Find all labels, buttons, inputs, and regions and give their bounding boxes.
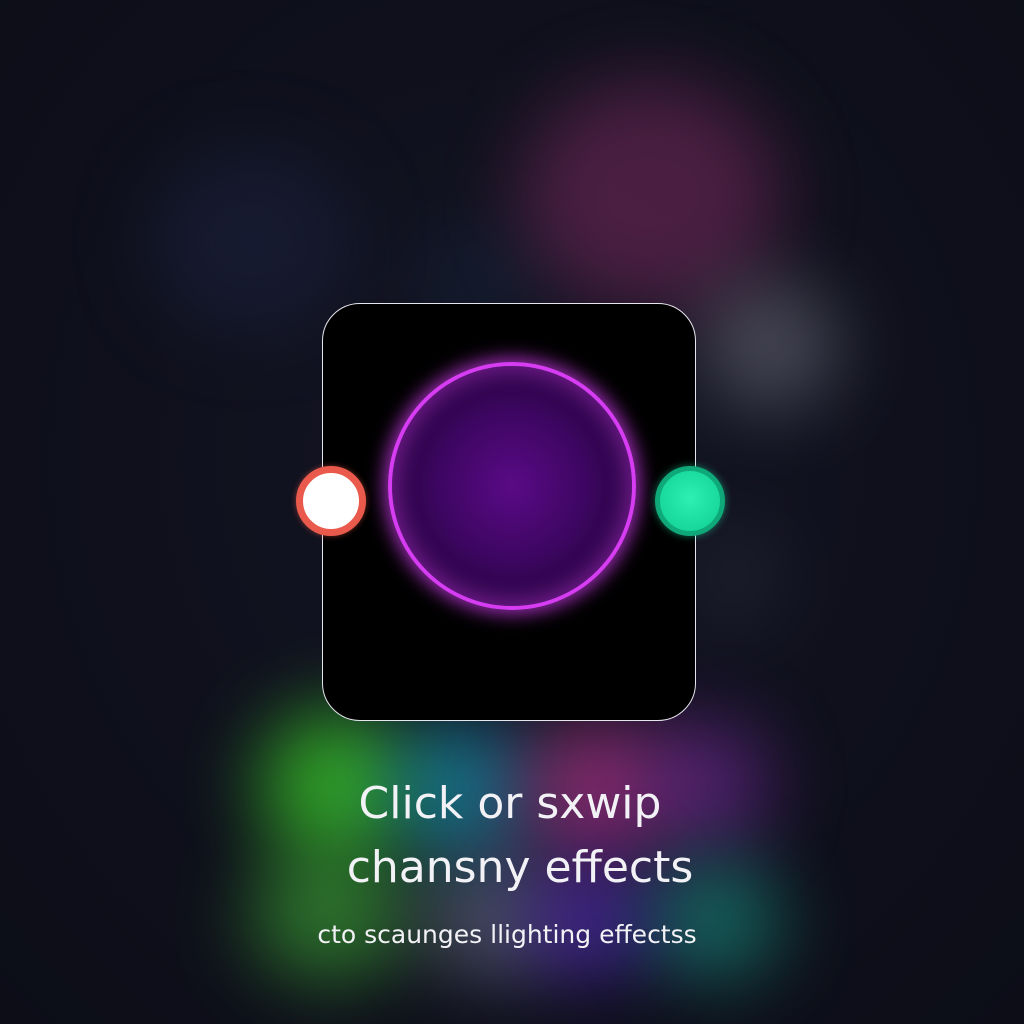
caption-line-3: cto scaunges llighting effectss (317, 920, 697, 949)
background-glow (520, 80, 780, 310)
off-toggle-icon[interactable] (296, 466, 366, 536)
caption-line-1: Click or sxwip (358, 778, 662, 829)
background-glow (700, 280, 840, 410)
light-orb-button[interactable] (388, 362, 636, 610)
background-glow (690, 520, 780, 630)
background-glow (150, 150, 350, 330)
on-toggle-icon[interactable] (655, 466, 725, 536)
caption-line-2: chansny effects (346, 842, 694, 893)
app-screen: Click or sxwip chansny effects cto scaun… (0, 0, 1024, 1024)
